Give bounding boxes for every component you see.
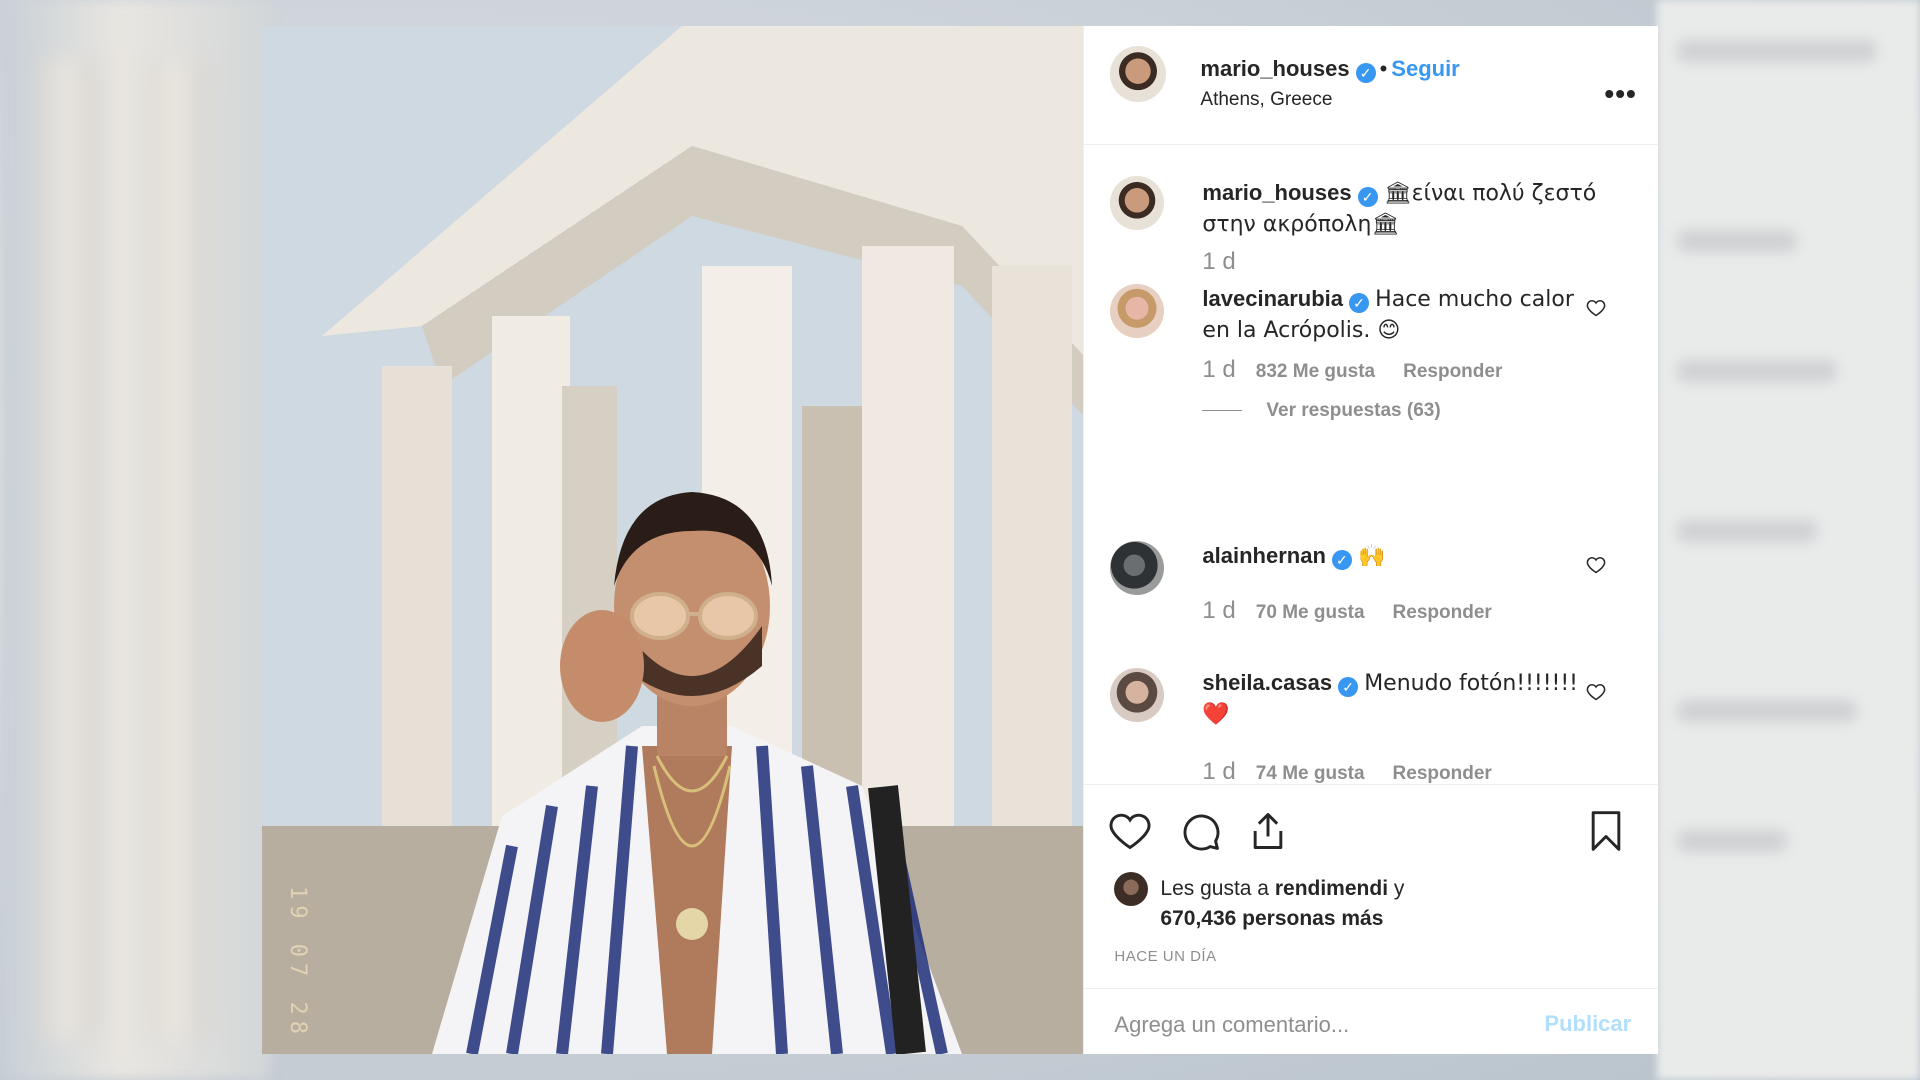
comment-likes-count[interactable]: 74 Me gusta: [1256, 763, 1365, 784]
comment-username[interactable]: lavecinarubia: [1202, 286, 1343, 311]
verified-badge-icon: ✓: [1355, 63, 1376, 83]
comment-age[interactable]: 1 d: [1202, 356, 1235, 383]
blurred-bar: [1677, 230, 1797, 252]
comment-username[interactable]: alainhernan: [1202, 543, 1325, 568]
verified-badge-icon: ✓: [1338, 677, 1359, 697]
photo-date-stamp: 19 07 28: [285, 886, 310, 1040]
publish-button[interactable]: Publicar: [1544, 1011, 1631, 1037]
blurred-bar: [1677, 520, 1817, 542]
verified-badge-icon: ✓: [1349, 293, 1370, 313]
caption-meta: 1 d: [1202, 248, 1255, 276]
blurred-bar: [1677, 700, 1857, 722]
view-replies-button[interactable]: Ver respuestas (63): [1202, 400, 1441, 422]
likes-prefix: Les gusta a: [1160, 877, 1269, 900]
view-replies-label: Ver respuestas (63): [1266, 400, 1441, 421]
author-avatar[interactable]: [1110, 46, 1167, 102]
follow-button[interactable]: Seguir: [1391, 56, 1459, 81]
blurred-background-right: [1657, 0, 1920, 1080]
comment-likes-count[interactable]: 70 Me gusta: [1256, 602, 1365, 623]
comment-username[interactable]: sheila.casas: [1202, 670, 1332, 695]
reply-button[interactable]: Responder: [1393, 763, 1492, 784]
liker-avatar[interactable]: [1114, 872, 1149, 906]
caption-age[interactable]: 1 d: [1202, 248, 1235, 275]
blurred-background-left: [0, 0, 270, 1080]
comment-bubble-icon[interactable]: [1178, 809, 1222, 853]
blurred-column: [40, 60, 95, 1040]
blurred-bar: [1677, 40, 1877, 62]
comment-likes-count[interactable]: 832 Me gusta: [1256, 361, 1375, 382]
comment-text: 🙌: [1358, 544, 1386, 569]
replies-divider: [1202, 410, 1243, 412]
verified-badge-icon: ✓: [1357, 187, 1378, 207]
heart-icon[interactable]: [1108, 809, 1152, 853]
comment-meta: 1 d 74 Me gusta Responder: [1202, 758, 1491, 786]
post-location[interactable]: Athens, Greece: [1200, 89, 1332, 111]
post-action-bar: [1084, 784, 1659, 851]
post-header: mario_houses ✓ • Seguir Athens, Greece •••: [1084, 26, 1659, 145]
post-photo[interactable]: 19 07 28: [262, 26, 1084, 1054]
blurred-column: [150, 60, 205, 1040]
share-icon[interactable]: [1246, 809, 1290, 853]
comment-input[interactable]: [1112, 1011, 1517, 1039]
reply-button[interactable]: Responder: [1403, 361, 1502, 382]
reply-button[interactable]: Responder: [1393, 602, 1492, 623]
posted-ago[interactable]: HACE UN DÍA: [1114, 948, 1216, 965]
add-comment-bar: Publicar: [1084, 988, 1659, 1055]
author-username[interactable]: mario_houses: [1200, 56, 1349, 81]
comment-body: sheila.casas ✓ Menudo fotón!!!!!!! ❤️: [1202, 668, 1597, 730]
instagram-post: 19 07 28 mario_houses ✓ • Seguir Athens, Gr…: [262, 26, 1659, 1055]
comment-like-heart-icon[interactable]: [1586, 298, 1606, 318]
comment-age[interactable]: 1 d: [1202, 758, 1235, 785]
liker-username[interactable]: rendimendi: [1275, 877, 1388, 900]
likes-count[interactable]: 670,436 personas más: [1160, 907, 1383, 930]
caption-username[interactable]: mario_houses: [1202, 180, 1351, 205]
separator-dot: •: [1379, 56, 1388, 81]
blurred-bar: [1677, 830, 1787, 852]
comment-meta: 1 d 70 Me gusta Responder: [1202, 597, 1491, 625]
acropolis-photo-illustration: [262, 26, 1084, 1054]
caption-avatar[interactable]: [1110, 176, 1165, 230]
comment-like-heart-icon[interactable]: [1586, 682, 1606, 702]
comment-meta: 1 d 832 Me gusta Responder: [1202, 356, 1502, 384]
commenter-avatar[interactable]: [1110, 668, 1165, 722]
verified-badge-icon: ✓: [1331, 550, 1352, 570]
comment-body: alainhernan ✓ 🙌: [1202, 541, 1597, 572]
blurred-bar: [1677, 360, 1837, 382]
comment-body: lavecinarubia ✓ Hace mucho calor en la Ac…: [1202, 284, 1597, 346]
ellipsis-icon[interactable]: •••: [1604, 78, 1636, 110]
commenter-avatar[interactable]: [1110, 541, 1165, 595]
author-line: mario_houses ✓ • Seguir: [1200, 56, 1460, 83]
comment-age[interactable]: 1 d: [1202, 597, 1235, 624]
likes-joiner: y: [1393, 877, 1405, 900]
caption-body: mario_houses ✓ 🏛είναι πολύ ζεστό στην ακρ…: [1202, 178, 1597, 240]
post-side-panel: mario_houses ✓ • Seguir Athens, Greece ••• …: [1083, 26, 1659, 1055]
bookmark-icon[interactable]: [1584, 809, 1628, 853]
comment-like-heart-icon[interactable]: [1586, 555, 1606, 575]
commenter-avatar[interactable]: [1110, 284, 1165, 338]
likes-summary: Les gusta a rendimendi y 670,436 persona…: [1160, 874, 1404, 934]
